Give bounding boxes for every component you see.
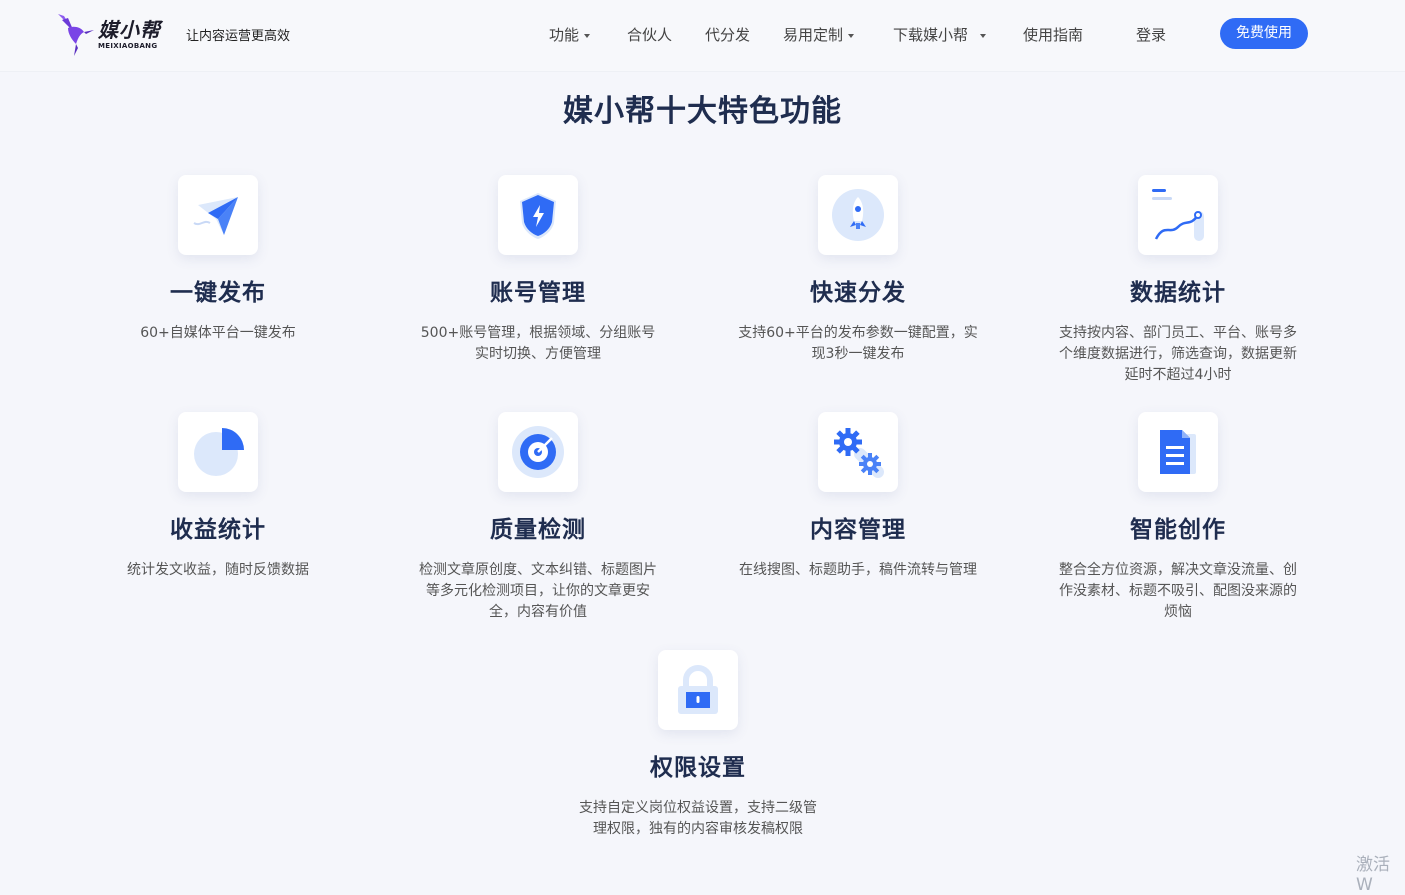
- nav-item-label: 易用定制: [783, 26, 844, 44]
- chevron-down-icon: [848, 33, 855, 38]
- feature-title: 收益统计: [170, 517, 266, 543]
- nav-item-label: 代分发: [705, 26, 751, 44]
- nav-item-customization[interactable]: 易用定制: [783, 24, 855, 45]
- feature-icon-box: [498, 175, 578, 255]
- feature-icon-box: [178, 412, 258, 492]
- feature-icon-box: [1138, 175, 1218, 255]
- nav-item-guide[interactable]: 使用指南: [1023, 24, 1083, 45]
- feature-icon-box: [1138, 412, 1218, 492]
- feature-title: 账号管理: [490, 280, 586, 306]
- feature-title: 质量检测: [490, 517, 586, 543]
- feature-icon-box: [818, 412, 898, 492]
- feature-title: 快速分发: [810, 280, 906, 306]
- nav-item-label: 合伙人: [627, 26, 673, 44]
- feature-card: 收益统计 统计发文收益，随时反馈数据: [98, 412, 338, 581]
- feature-description: 60+自媒体平台一键发布: [140, 325, 296, 341]
- feature-title: 一键发布: [170, 280, 266, 306]
- nav-item-download[interactable]: 下载媒小帮: [893, 24, 987, 45]
- nav-item-partner[interactable]: 合伙人: [627, 24, 672, 45]
- feature-card: 一键发布 60+自媒体平台一键发布: [98, 175, 338, 344]
- nav-item-label: 登录: [1136, 26, 1167, 44]
- pie-chart-icon: [194, 428, 244, 476]
- feature-card: 快速分发 支持60+平台的发布参数一键配置，实现3秒一键发布: [738, 175, 978, 365]
- feature-card: 质量检测 检测文章原创度、文本纠错、标题图片等多元化检测项目，让你的文章更安全，…: [418, 412, 658, 623]
- feature-description: 整合全方位资源，解决文章没流量、创作没素材、标题不吸引、配图没来源的烦恼: [1059, 562, 1297, 620]
- feature-description: 在线搜图、标题助手，稿件流转与管理: [739, 562, 977, 578]
- slogan: 让内容运营更高效: [186, 29, 291, 44]
- feature-card: 账号管理 500+账号管理，根据领域、分组账号实时切换、方便管理: [418, 175, 658, 365]
- feature-card: 智能创作 整合全方位资源，解决文章没流量、创作没素材、标题不吸引、配图没来源的烦…: [1058, 412, 1298, 623]
- feature-icon-box: [498, 412, 578, 492]
- feature-title: 智能创作: [1130, 517, 1226, 543]
- hummingbird-logo-icon: [58, 14, 94, 56]
- lock-icon: [678, 665, 718, 714]
- chevron-down-icon: [980, 33, 987, 38]
- feature-description: 支持自定义岗位权益设置，支持二级管理权限，独有的内容审核发稿权限: [579, 800, 817, 837]
- target-icon: [512, 426, 564, 478]
- feature-description: 支持60+平台的发布参数一键配置，实现3秒一键发布: [738, 325, 978, 362]
- nav-item-label: 功能: [549, 26, 580, 44]
- rocket-icon: [832, 189, 884, 241]
- free-trial-button[interactable]: 免费使用: [1220, 18, 1308, 49]
- section-title: 媒小帮十大特色功能: [563, 94, 842, 129]
- paper-plane-icon: [193, 197, 238, 235]
- logo-english-text: MEIXIAOBANG: [98, 42, 158, 50]
- line-chart-icon: [1152, 189, 1204, 241]
- nav-item-label: 使用指南: [1023, 26, 1084, 44]
- nav-item-distribution[interactable]: 代分发: [705, 24, 750, 45]
- feature-icon-box: [178, 175, 258, 255]
- feature-icon-box: [818, 175, 898, 255]
- top-navigation-bar: 媒小帮 MEIXIAOBANG 让内容运营更高效 功能 合伙人 代分发 易用定制…: [0, 0, 1405, 72]
- logo[interactable]: 媒小帮 MEIXIAOBANG: [56, 12, 161, 58]
- gears-icon: [834, 428, 884, 478]
- feature-title: 权限设置: [650, 755, 746, 781]
- login-link[interactable]: 登录: [1136, 24, 1166, 45]
- feature-icon-box: [658, 650, 738, 730]
- activation-watermark: 激活 W: [1356, 855, 1390, 895]
- document-icon: [1160, 430, 1196, 474]
- shield-icon: [520, 193, 556, 239]
- logo-chinese-text: 媒小帮: [98, 18, 161, 42]
- feature-card: 内容管理 在线搜图、标题助手，稿件流转与管理: [738, 412, 978, 581]
- nav-item-features[interactable]: 功能: [549, 24, 591, 45]
- feature-description: 500+账号管理，根据领域、分组账号实时切换、方便管理: [420, 325, 656, 362]
- feature-description: 检测文章原创度、文本纠错、标题图片等多元化检测项目，让你的文章更安全，内容有价值: [419, 562, 657, 620]
- feature-title: 数据统计: [1130, 280, 1226, 306]
- feature-card: 权限设置 支持自定义岗位权益设置，支持二级管理权限，独有的内容审核发稿权限: [578, 650, 818, 840]
- chevron-down-icon: [584, 33, 591, 38]
- feature-description: 支持按内容、部门员工、平台、账号多个维度数据进行，筛选查询，数据更新延时不超过4…: [1059, 325, 1297, 383]
- feature-card: 数据统计 支持按内容、部门员工、平台、账号多个维度数据进行，筛选查询，数据更新延…: [1058, 175, 1298, 386]
- nav-item-label: 下载媒小帮: [893, 26, 969, 44]
- feature-title: 内容管理: [810, 517, 906, 543]
- feature-description: 统计发文收益，随时反馈数据: [127, 562, 309, 578]
